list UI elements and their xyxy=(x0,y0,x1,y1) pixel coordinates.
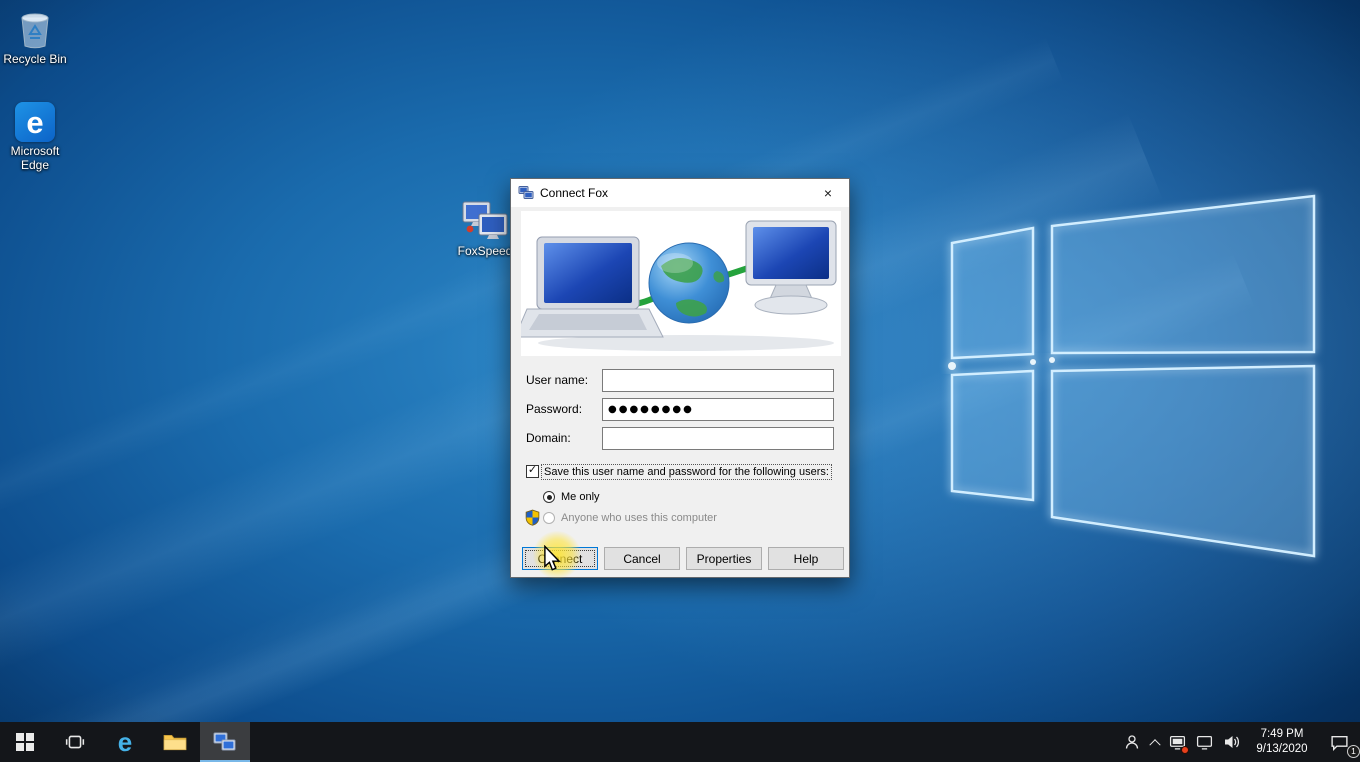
edge-label: Microsoft Edge xyxy=(0,145,70,173)
dialog-body: User name: Password: Domain: ✓ Save this… xyxy=(511,207,849,577)
user-name-label: User name: xyxy=(526,369,588,392)
me-only-row: Me only xyxy=(543,491,600,503)
close-button[interactable]: × xyxy=(807,179,849,207)
user-name-input[interactable] xyxy=(602,369,834,392)
help-button[interactable]: Help xyxy=(768,547,844,570)
foxspeed-label: FoxSpeed xyxy=(458,245,513,259)
edge-e-glyph: e xyxy=(26,107,43,138)
save-credentials-row: ✓ Save this user name and password for t… xyxy=(526,465,830,478)
people-button[interactable] xyxy=(1118,722,1146,762)
save-credentials-checkbox[interactable]: ✓ xyxy=(526,465,539,478)
anyone-label: Anyone who uses this computer xyxy=(561,512,717,524)
anyone-row: Anyone who uses this computer xyxy=(524,509,717,526)
properties-button[interactable]: Properties xyxy=(686,547,762,570)
edge-icon: e xyxy=(118,729,132,755)
taskbar-connect-app-button[interactable] xyxy=(200,722,250,762)
dialog-titlebar[interactable]: Connect Fox × xyxy=(511,179,849,207)
desktop: Recycle Bin e Microsoft Edge FoxSpeed xyxy=(0,0,1360,762)
me-only-label[interactable]: Me only xyxy=(561,491,600,503)
close-icon: × xyxy=(824,185,832,201)
speaker-icon xyxy=(1223,734,1241,750)
clock-time: 7:49 PM xyxy=(1261,727,1304,742)
connect-dialog: Connect Fox × xyxy=(510,178,850,578)
domain-input[interactable] xyxy=(602,427,834,450)
taskbar-tray: 7:49 PM 9/13/2020 1 xyxy=(1118,722,1360,762)
clock-date: 9/13/2020 xyxy=(1256,742,1307,757)
action-center-button[interactable]: 1 xyxy=(1318,722,1360,762)
recycle-bin-label: Recycle Bin xyxy=(3,53,66,67)
file-explorer-button[interactable] xyxy=(150,722,200,762)
check-icon: ✓ xyxy=(528,465,537,476)
anyone-radio[interactable] xyxy=(543,512,555,524)
people-icon xyxy=(1123,734,1141,750)
uac-shield-icon xyxy=(524,509,541,526)
cancel-button[interactable]: Cancel xyxy=(604,547,680,570)
desktop-icon-recycle-bin[interactable]: Recycle Bin xyxy=(0,6,70,67)
recycle-bin-icon xyxy=(15,6,55,50)
me-only-radio[interactable] xyxy=(543,491,555,503)
password-label: Password: xyxy=(526,398,582,421)
show-hidden-icons-button[interactable] xyxy=(1146,722,1164,762)
save-credentials-label[interactable]: Save this user name and password for the… xyxy=(543,466,830,478)
network-icon xyxy=(1196,735,1213,750)
edge-icon: e xyxy=(15,102,55,142)
taskbar: e xyxy=(0,722,1360,762)
chevron-up-icon xyxy=(1149,739,1160,750)
network-banner-image xyxy=(521,211,841,356)
connection-icon xyxy=(518,185,534,201)
volume-button[interactable] xyxy=(1218,722,1246,762)
connection-app-icon xyxy=(213,732,237,753)
dialup-connection-icon xyxy=(461,200,509,242)
password-input[interactable] xyxy=(602,398,834,421)
taskbar-edge-button[interactable]: e xyxy=(100,722,150,762)
folder-icon xyxy=(163,732,187,752)
connect-button[interactable]: Connect xyxy=(522,547,598,570)
tray-network-button[interactable] xyxy=(1191,722,1218,762)
taskbar-left: e xyxy=(0,722,250,762)
tray-alert-badge xyxy=(1181,746,1189,754)
windows-logo-icon xyxy=(16,733,34,751)
domain-label: Domain: xyxy=(526,427,571,450)
notification-badge: 1 xyxy=(1347,745,1360,758)
desktop-icon-microsoft-edge[interactable]: e Microsoft Edge xyxy=(0,102,70,173)
action-center-icon xyxy=(1330,734,1349,751)
tray-connection-status-button[interactable] xyxy=(1164,722,1191,762)
start-button[interactable] xyxy=(0,722,50,762)
task-view-icon xyxy=(65,732,85,752)
task-view-button[interactable] xyxy=(50,722,100,762)
taskbar-clock[interactable]: 7:49 PM 9/13/2020 xyxy=(1246,722,1318,762)
dialog-title: Connect Fox xyxy=(540,186,807,200)
